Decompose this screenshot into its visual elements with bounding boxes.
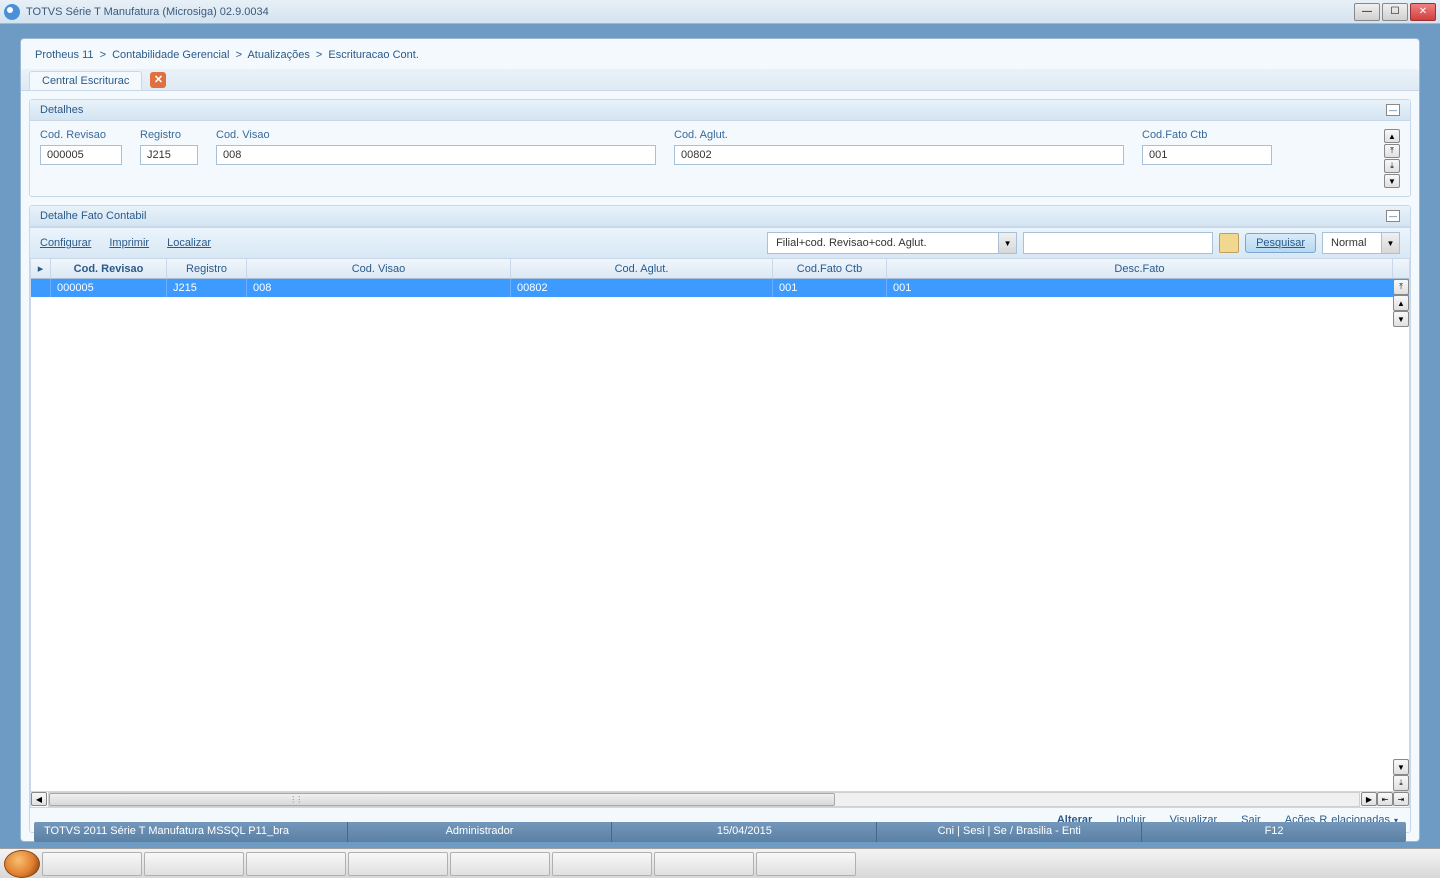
- grid-toolbar: Configurar Imprimir Localizar Filial+cod…: [30, 227, 1410, 259]
- breadcrumb-item[interactable]: Protheus 11: [35, 49, 94, 61]
- mode-combo[interactable]: Normal ▼: [1322, 232, 1400, 254]
- clipboard-icon[interactable]: [1219, 233, 1239, 253]
- scroll-right-icon[interactable]: ▶: [1361, 792, 1377, 806]
- label-cod-revisao: Cod. Revisao: [40, 129, 122, 141]
- start-button[interactable]: [4, 850, 40, 878]
- taskbar-item[interactable]: [42, 852, 142, 876]
- scroll-end-icon[interactable]: ⇥: [1393, 792, 1409, 806]
- window-titlebar: TOTVS Série T Manufatura (Microsiga) 02.…: [0, 0, 1440, 24]
- breadcrumb: Protheus 11 > Contabilidade Gerencial > …: [21, 39, 1419, 69]
- col-cod-aglut[interactable]: Cod. Aglut.: [511, 259, 773, 278]
- minimize-button[interactable]: —: [1354, 3, 1380, 21]
- scroll-down-icon[interactable]: ▼: [1384, 174, 1400, 188]
- cell-cod-fato-ctb: 001: [773, 279, 887, 297]
- tabs-row: Central Escriturac ✕: [21, 69, 1419, 91]
- breadcrumb-item[interactable]: Escrituracao Cont.: [328, 49, 418, 61]
- col-registro[interactable]: Registro: [167, 259, 247, 278]
- row-handle-header: ▸: [31, 259, 51, 278]
- breadcrumb-item[interactable]: Contabilidade Gerencial: [112, 49, 229, 61]
- label-cod-fato-ctb: Cod.Fato Ctb: [1142, 129, 1272, 141]
- window-title: TOTVS Série T Manufatura (Microsiga) 02.…: [26, 6, 269, 18]
- cell-cod-visao: 008: [247, 279, 511, 297]
- taskbar-item[interactable]: [348, 852, 448, 876]
- grid-header: ▸ Cod. Revisao Registro Cod. Visao Cod. …: [31, 259, 1409, 279]
- app-icon: [4, 4, 20, 20]
- chevron-down-icon[interactable]: ▼: [1381, 233, 1399, 253]
- collapse-icon[interactable]: —: [1386, 210, 1400, 222]
- scroll-bottom-icon[interactable]: ⤓: [1384, 159, 1400, 173]
- detalhe-fato-panel: Detalhe Fato Contabil — Configurar Impri…: [29, 205, 1411, 833]
- link-imprimir[interactable]: Imprimir: [109, 237, 149, 249]
- status-key: F12: [1142, 822, 1406, 842]
- label-registro: Registro: [140, 129, 198, 141]
- collapse-icon[interactable]: —: [1386, 104, 1400, 116]
- filter-combo-text: Filial+cod. Revisao+cod. Aglut.: [768, 237, 998, 249]
- breadcrumb-item[interactable]: Atualizações: [247, 49, 309, 61]
- taskbar-item[interactable]: [654, 852, 754, 876]
- status-user: Administrador: [348, 822, 613, 842]
- scroll-down-icon[interactable]: ▼: [1393, 311, 1409, 327]
- search-input[interactable]: [1023, 232, 1213, 254]
- label-cod-visao: Cod. Visao: [216, 129, 656, 141]
- input-cod-aglut[interactable]: [674, 145, 1124, 165]
- input-registro[interactable]: [140, 145, 198, 165]
- status-env: Cni | Sesi | Se / Brasilia - Enti: [877, 822, 1142, 842]
- detalhe-fato-title: Detalhe Fato Contabil: [40, 210, 146, 222]
- taskbar-item[interactable]: [450, 852, 550, 876]
- tab-close-button[interactable]: ✕: [150, 72, 166, 88]
- taskbar-item[interactable]: [246, 852, 346, 876]
- cell-registro: J215: [167, 279, 247, 297]
- link-configurar[interactable]: Configurar: [40, 237, 91, 249]
- col-cod-fato-ctb[interactable]: Cod.Fato Ctb: [773, 259, 887, 278]
- status-date: 15/04/2015: [612, 822, 877, 842]
- scroll-down-icon[interactable]: ▼: [1393, 759, 1409, 775]
- data-grid: ▸ Cod. Revisao Registro Cod. Visao Cod. …: [30, 259, 1410, 808]
- input-cod-revisao[interactable]: [40, 145, 122, 165]
- input-cod-visao[interactable]: [216, 145, 656, 165]
- status-bar: TOTVS 2011 Série T Manufatura MSSQL P11_…: [34, 822, 1406, 842]
- scroll-bottom-icon[interactable]: ⤓: [1393, 775, 1409, 791]
- scroll-start-icon[interactable]: ⇤: [1377, 792, 1393, 806]
- filter-combo[interactable]: Filial+cod. Revisao+cod. Aglut. ▼: [767, 232, 1017, 254]
- pesquisar-button[interactable]: Pesquisar: [1245, 233, 1316, 253]
- taskbar-item[interactable]: [144, 852, 244, 876]
- status-product: TOTVS 2011 Série T Manufatura MSSQL P11_…: [34, 822, 348, 842]
- mode-combo-text: Normal: [1323, 237, 1381, 249]
- scroll-thumb[interactable]: [49, 793, 835, 806]
- os-taskbar: [0, 848, 1440, 878]
- cell-desc-fato: 001: [887, 279, 1409, 297]
- scroll-top-icon[interactable]: ⤒: [1393, 279, 1409, 295]
- close-button[interactable]: ✕: [1410, 3, 1436, 21]
- col-cod-visao[interactable]: Cod. Visao: [247, 259, 511, 278]
- horizontal-scrollbar[interactable]: ◀ ▶ ⇤ ⇥: [31, 791, 1409, 807]
- chevron-down-icon[interactable]: ▼: [998, 233, 1016, 253]
- col-cod-revisao[interactable]: Cod. Revisao: [51, 259, 167, 278]
- input-cod-fato-ctb[interactable]: [1142, 145, 1272, 165]
- scroll-top-icon[interactable]: ⤒: [1384, 144, 1400, 158]
- table-row[interactable]: 000005 J215 008 00802 001 001: [31, 279, 1409, 297]
- link-localizar[interactable]: Localizar: [167, 237, 211, 249]
- cell-cod-aglut: 00802: [511, 279, 773, 297]
- maximize-button[interactable]: ☐: [1382, 3, 1408, 21]
- scroll-up-icon[interactable]: ▲: [1393, 295, 1409, 311]
- detalhes-panel: Detalhes — Cod. Revisao Registro Cod. Vi…: [29, 99, 1411, 197]
- detalhes-title: Detalhes: [40, 104, 83, 116]
- taskbar-item[interactable]: [552, 852, 652, 876]
- label-cod-aglut: Cod. Aglut.: [674, 129, 1124, 141]
- col-desc-fato[interactable]: Desc.Fato: [887, 259, 1393, 278]
- scroll-left-icon[interactable]: ◀: [31, 792, 47, 806]
- tab-central-escriturac[interactable]: Central Escriturac: [29, 71, 142, 90]
- taskbar-item[interactable]: [756, 852, 856, 876]
- cell-cod-revisao: 000005: [51, 279, 167, 297]
- scroll-up-icon[interactable]: ▲: [1384, 129, 1400, 143]
